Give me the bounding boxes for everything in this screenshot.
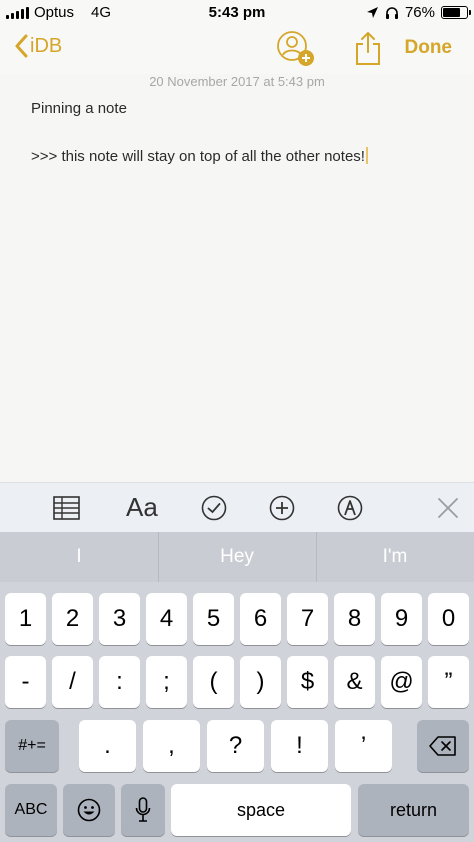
checklist-icon[interactable] <box>201 495 227 521</box>
key-ampersand[interactable]: & <box>334 656 375 708</box>
chevron-left-icon <box>15 34 28 58</box>
keyboard: I Hey I'm 1 2 3 4 5 6 7 8 9 0 - / : ; ( … <box>0 532 474 842</box>
key-comma[interactable]: , <box>143 720 200 772</box>
emoji-key[interactable] <box>63 784 115 836</box>
backspace-icon <box>429 736 456 756</box>
note-editor[interactable]: 20 November 2017 at 5:43 pm Pinning a no… <box>0 74 474 482</box>
battery-fill <box>443 8 461 17</box>
key-open-paren[interactable]: ( <box>193 656 234 708</box>
headphones-icon <box>385 6 398 19</box>
key-5[interactable]: 5 <box>193 593 234 645</box>
backspace-key[interactable] <box>417 720 469 772</box>
location-arrow-icon <box>366 7 378 18</box>
emoji-icon <box>77 798 101 822</box>
dictation-key[interactable] <box>121 784 165 836</box>
text-cursor <box>365 147 368 164</box>
prediction-3[interactable]: I'm <box>316 532 474 582</box>
key-9[interactable]: 9 <box>381 593 422 645</box>
key-4[interactable]: 4 <box>146 593 187 645</box>
microphone-icon <box>135 797 151 822</box>
key-7[interactable]: 7 <box>287 593 328 645</box>
key-8[interactable]: 8 <box>334 593 375 645</box>
note-body-line[interactable]: >>> this note will stay on top of all th… <box>31 147 368 165</box>
key-close-paren[interactable]: ) <box>240 656 281 708</box>
back-button[interactable]: iDB <box>14 34 62 58</box>
status-right: 76% <box>366 4 471 21</box>
prediction-1[interactable]: I <box>0 532 158 582</box>
key-at[interactable]: @ <box>381 656 422 708</box>
key-slash[interactable]: / <box>52 656 93 708</box>
key-abc[interactable]: ABC <box>5 784 57 836</box>
nav-bar: iDB Done <box>0 24 474 74</box>
note-title[interactable]: Pinning a note <box>31 100 127 117</box>
predictive-bar: I Hey I'm <box>0 532 474 582</box>
key-1[interactable]: 1 <box>5 593 46 645</box>
key-quote[interactable]: ” <box>428 656 469 708</box>
sketch-markup-icon[interactable] <box>337 495 363 521</box>
key-3[interactable]: 3 <box>99 593 140 645</box>
return-key[interactable]: return <box>358 784 469 836</box>
key-dollar[interactable]: $ <box>287 656 328 708</box>
key-2[interactable]: 2 <box>52 593 93 645</box>
prediction-2[interactable]: Hey <box>158 532 316 582</box>
space-key[interactable]: space <box>171 784 351 836</box>
done-button[interactable]: Done <box>405 37 453 59</box>
key-6[interactable]: 6 <box>240 593 281 645</box>
key-exclamation[interactable]: ! <box>271 720 328 772</box>
text-format-button[interactable]: Aa <box>126 492 158 523</box>
format-toolbar: Aa <box>0 482 474 532</box>
note-body-text: >>> this note will stay on top of all th… <box>31 148 365 165</box>
key-apostrophe[interactable]: ’ <box>335 720 392 772</box>
key-period[interactable]: . <box>79 720 136 772</box>
key-semicolon[interactable]: ; <box>146 656 187 708</box>
note-date: 20 November 2017 at 5:43 pm <box>149 74 325 89</box>
table-icon[interactable] <box>53 496 80 520</box>
add-attachment-icon[interactable] <box>269 495 295 521</box>
key-more-symbols[interactable]: #+= <box>5 720 59 772</box>
battery-icon <box>441 6 471 19</box>
key-question[interactable]: ? <box>207 720 264 772</box>
key-0[interactable]: 0 <box>428 593 469 645</box>
back-label: iDB <box>30 34 63 57</box>
add-people-icon[interactable] <box>276 30 316 68</box>
share-icon[interactable] <box>354 30 382 66</box>
status-bar: Optus 4G 5:43 pm 76% <box>0 0 474 24</box>
close-keyboard-icon[interactable] <box>437 497 459 519</box>
battery-percent: 76% <box>404 4 435 21</box>
key-colon[interactable]: : <box>99 656 140 708</box>
key-hyphen[interactable]: - <box>5 656 46 708</box>
